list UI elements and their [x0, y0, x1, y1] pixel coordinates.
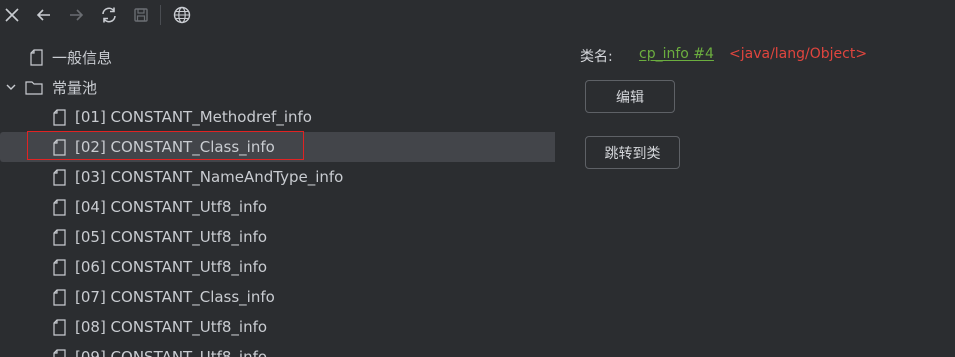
tree-item-label: [02] CONSTANT_Class_info — [75, 138, 275, 156]
forward-arrow-icon[interactable] — [64, 3, 88, 27]
tree-item-label: [09] CONSTANT_Utf8_info — [75, 348, 268, 357]
tree-item-label: [05] CONSTANT_Utf8_info — [75, 228, 268, 246]
close-icon[interactable] — [0, 3, 24, 27]
file-icon — [52, 138, 66, 156]
class-name-label: 类名: — [580, 49, 613, 65]
file-icon — [52, 348, 66, 357]
tree-item-label: [04] CONSTANT_Utf8_info — [75, 198, 268, 216]
tree-item-constant[interactable]: [07] CONSTANT_Class_info — [0, 282, 555, 312]
file-icon — [52, 318, 66, 336]
tree-item-label: [06] CONSTANT_Utf8_info — [75, 258, 268, 276]
file-icon — [29, 48, 43, 66]
tree-item-general-info[interactable]: 一般信息 — [0, 42, 555, 72]
class-type-value: <java/lang/Object> — [729, 46, 868, 62]
cp-info-link[interactable]: cp_info #4 — [639, 46, 714, 62]
refresh-icon[interactable] — [97, 3, 121, 27]
tree-item-constant[interactable]: [03] CONSTANT_NameAndType_info — [0, 162, 555, 192]
jump-to-class-button[interactable]: 跳转到类 — [585, 136, 680, 169]
constant-pool-tree: 一般信息 常量池 [01] CONSTANT_Methodref_info [0… — [0, 42, 555, 357]
tree-item-label: [08] CONSTANT_Utf8_info — [75, 318, 268, 336]
tree-item-label: [01] CONSTANT_Methodref_info — [75, 108, 312, 126]
back-arrow-icon[interactable] — [32, 3, 56, 27]
tree-item-label: [07] CONSTANT_Class_info — [75, 288, 275, 306]
tree-item-constant-pool[interactable]: 常量池 — [0, 72, 553, 102]
file-icon — [52, 288, 66, 306]
file-icon — [52, 108, 66, 126]
tree-item-constant[interactable]: [04] CONSTANT_Utf8_info — [0, 192, 555, 222]
tree-item-constant[interactable]: [08] CONSTANT_Utf8_info — [0, 312, 555, 342]
folder-icon — [25, 78, 43, 96]
tree-item-label: 一般信息 — [52, 48, 113, 67]
file-icon — [52, 258, 66, 276]
toolbar — [0, 0, 955, 30]
toolbar-separator — [160, 5, 161, 25]
tree-item-constant[interactable]: [06] CONSTANT_Utf8_info — [0, 252, 555, 282]
edit-button[interactable]: 编辑 — [585, 80, 675, 113]
tree-item-constant[interactable]: [01] CONSTANT_Methodref_info — [0, 102, 555, 132]
tree-item-constant[interactable]: [05] CONSTANT_Utf8_info — [0, 222, 555, 252]
globe-icon[interactable] — [170, 3, 194, 27]
tree-item-constant[interactable]: [09] CONSTANT_Utf8_info — [0, 342, 555, 357]
file-icon — [52, 168, 66, 186]
save-icon[interactable] — [129, 3, 153, 27]
file-icon — [52, 198, 66, 216]
file-icon — [52, 228, 66, 246]
chevron-down-icon[interactable] — [4, 80, 18, 94]
tree-item-label: 常量池 — [52, 78, 98, 97]
tree-item-label: [03] CONSTANT_NameAndType_info — [75, 168, 344, 186]
tree-item-constant-selected[interactable]: [02] CONSTANT_Class_info — [0, 132, 555, 162]
